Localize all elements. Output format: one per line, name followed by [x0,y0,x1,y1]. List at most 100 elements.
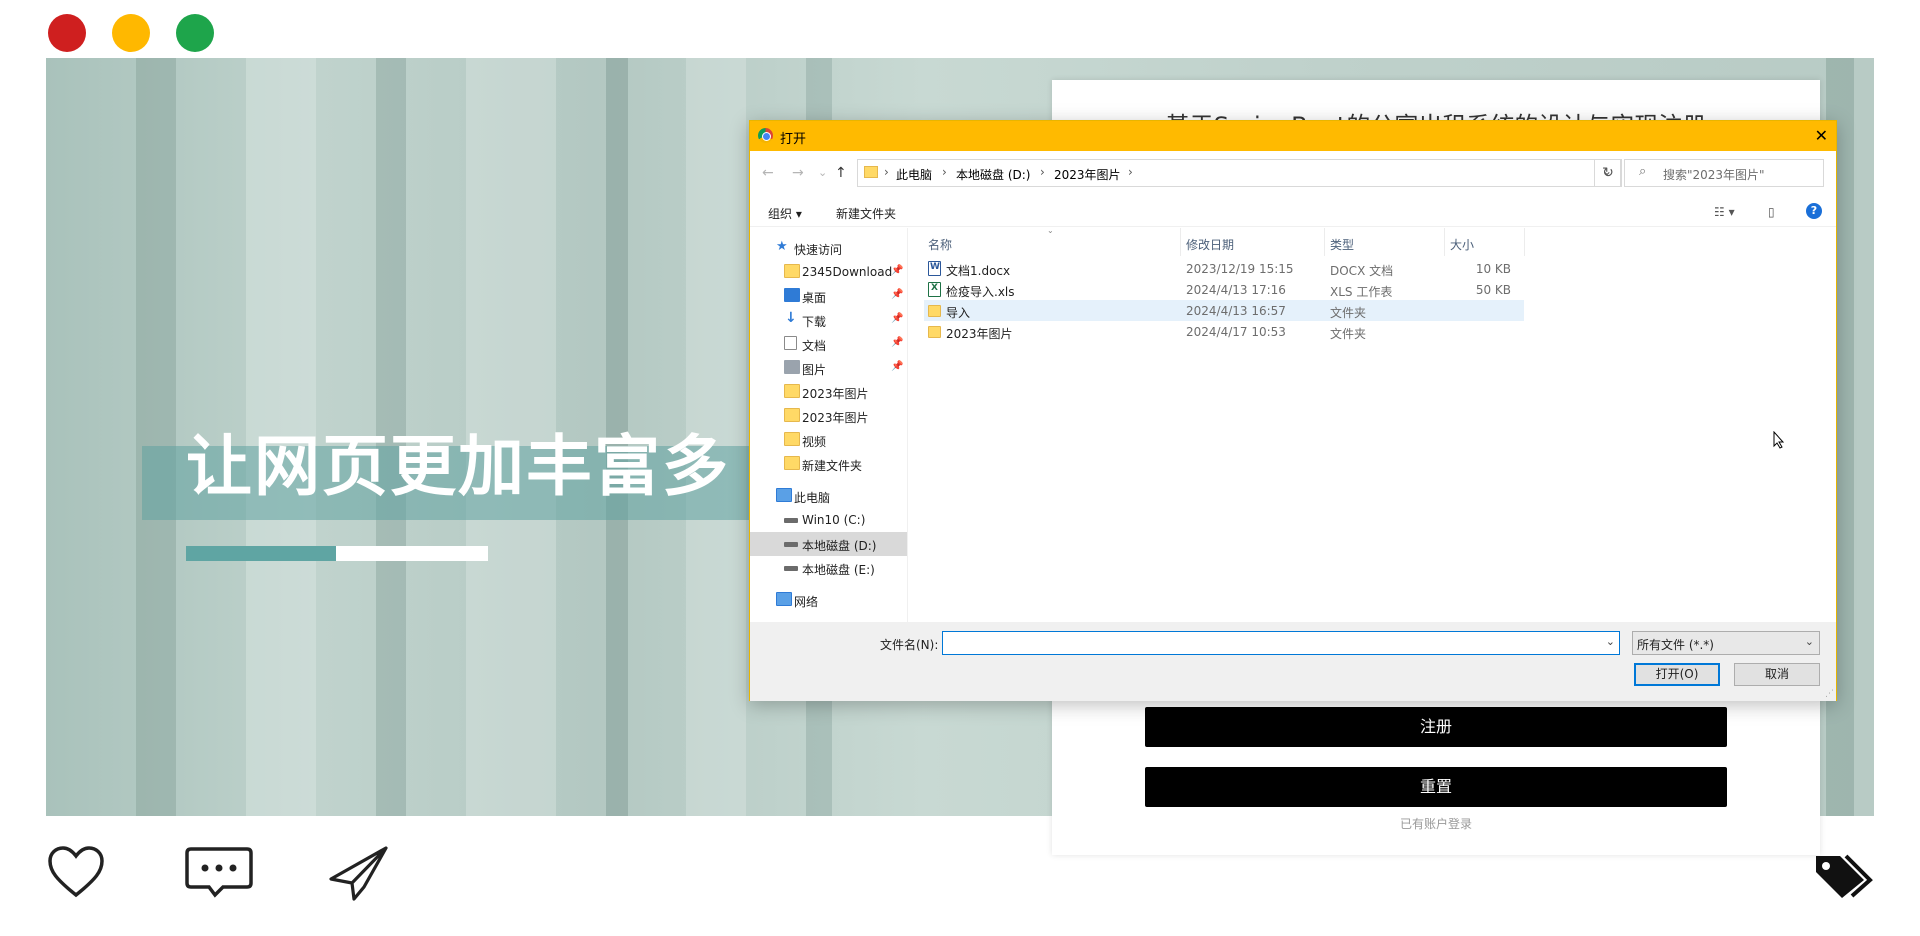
column-header-type[interactable]: 类型 [1330,236,1354,253]
nav-item-pictures[interactable]: 图片 📌 [750,356,907,380]
chrome-icon [758,128,773,143]
nav-item-label: 网络 [794,595,819,609]
back-arrow-icon[interactable]: ← [762,165,774,181]
column-header-name[interactable]: 名称 [928,236,952,253]
nav-item-label: 本地磁盘 (D:) [802,539,877,553]
open-button[interactable]: 打开(O) [1634,663,1720,686]
nav-drive-d[interactable]: 本地磁盘 (D:) [750,532,907,556]
nav-drive-c[interactable]: Win10 (C:) [750,508,907,532]
file-row[interactable]: 检疫导入.xls 2024/4/13 17:16 XLS 工作表 50 KB [924,279,1524,300]
folder-icon [864,166,878,178]
nav-item-2023-pictures[interactable]: 2023年图片 [750,380,907,404]
nav-item-videos[interactable]: 视频 [750,428,907,452]
column-divider[interactable] [1524,228,1525,256]
reset-button[interactable]: 重置 [1145,767,1727,807]
nav-item-downloads[interactable]: ↓ 下载 📌 [750,308,907,332]
green-dot[interactable] [176,14,214,52]
chevron-down-icon: ⌄ [1804,635,1814,648]
filename-input[interactable]: ⌄ [942,631,1620,655]
nav-item-label: 下载 [802,315,827,329]
file-type: DOCX 文档 [1330,264,1394,278]
close-icon[interactable]: ✕ [1815,126,1828,145]
dialog-title-bar[interactable]: 打开 ✕ [750,121,1836,151]
organize-menu[interactable]: 组织 ▾ [768,205,802,222]
nav-item-label: 视频 [802,435,827,449]
comment-icon[interactable] [185,845,253,905]
nav-item-label: Win10 (C:) [802,513,866,527]
document-icon [784,336,797,350]
dialog-footer: 文件名(N): ⌄ 所有文件 (*.*) ⌄ 打开(O) 取消 ⋰ [750,622,1836,701]
view-options-icon[interactable]: ☷ ▾ [1714,205,1735,219]
chevron-down-icon[interactable]: ⌄ [1606,635,1615,648]
nav-this-pc[interactable]: 此电脑 [750,484,907,508]
nav-item-2023-pictures[interactable]: 2023年图片 [750,404,907,428]
register-button[interactable]: 注册 [1145,707,1727,747]
file-date: 2023/12/19 15:15 [1186,262,1294,276]
file-type: 文件夹 [1330,306,1367,320]
column-header-size[interactable]: 大小 [1450,236,1474,253]
cancel-button[interactable]: 取消 [1734,663,1820,686]
nav-quick-access[interactable]: ★ 快速访问 [750,236,907,260]
preview-pane-icon[interactable]: ▯ [1768,205,1775,219]
breadcrumb-drive-d[interactable]: 本地磁盘 (D:) [956,166,1030,183]
dialog-toolbar: 组织 ▾ 新建文件夹 ☷ ▾ ▯ ? [750,197,1836,227]
folder-icon [784,408,800,422]
search-input[interactable]: ⌕ 搜索"2023年图片" [1624,159,1824,187]
resize-grip-icon[interactable]: ⋰ [1825,689,1834,699]
folder-icon [784,384,800,398]
nav-item-label: 2023年图片 [802,387,869,401]
up-arrow-icon[interactable]: ↑ [835,165,847,181]
nav-item-documents[interactable]: 文档 📌 [750,332,907,356]
nav-item-label: 2023年图片 [802,411,869,425]
forward-arrow-icon[interactable]: → [792,165,804,181]
new-folder-button[interactable]: 新建文件夹 [836,205,896,222]
breadcrumb-2023-pictures[interactable]: 2023年图片 [1054,166,1121,183]
filetype-select[interactable]: 所有文件 (*.*) ⌄ [1632,631,1820,655]
nav-item-label: 新建文件夹 [802,459,863,473]
column-header-date[interactable]: 修改日期 [1186,236,1234,253]
folder-icon [784,264,800,278]
nav-item-label: 图片 [802,363,827,377]
address-bar[interactable]: › 此电脑 › 本地磁盘 (D:) › 2023年图片 › ⌄ [857,159,1621,187]
breadcrumb-this-pc[interactable]: 此电脑 [896,166,932,183]
xls-icon [928,282,941,297]
dialog-title: 打开 [780,132,807,147]
recent-dropdown-icon[interactable]: ⌄ [818,166,827,179]
nav-item-new-folder[interactable]: 新建文件夹 [750,452,907,476]
breadcrumb-separator: › [942,165,947,179]
file-row[interactable]: 文档1.docx 2023/12/19 15:15 DOCX 文档 10 KB [924,258,1524,279]
network-icon [776,592,792,606]
nav-item-label: 桌面 [802,291,827,305]
navigation-pane: ★ 快速访问 2345Download 📌 桌面 📌 ↓ 下载 📌 文档 📌 图… [750,228,908,622]
login-link[interactable]: 已有账户登录 [1052,815,1820,832]
nav-item-label: 本地磁盘 (E:) [802,563,875,577]
pin-icon: 📌 [891,289,904,300]
red-dot[interactable] [48,14,86,52]
heart-icon[interactable] [46,845,106,905]
column-divider[interactable] [1324,228,1325,256]
hero-accent-bar-light [336,546,488,561]
help-icon[interactable]: ? [1806,203,1822,219]
nav-item-desktop[interactable]: 桌面 📌 [750,284,907,308]
send-icon[interactable] [328,845,390,905]
column-divider[interactable] [1180,228,1181,256]
file-row[interactable]: 2023年图片 2024/4/17 10:53 文件夹 [924,321,1524,342]
refresh-button[interactable]: ↻ [1594,159,1622,187]
nav-drive-e[interactable]: 本地磁盘 (E:) [750,556,907,580]
desktop-icon [784,288,800,302]
file-row[interactable]: 导入 2024/4/13 16:57 文件夹 [924,300,1524,321]
hero-title: 让网页更加丰富多 [186,428,730,505]
column-divider[interactable] [1444,228,1445,256]
tag-icon[interactable] [1812,852,1874,904]
pin-icon: 📌 [891,313,904,324]
file-name: 文档1.docx [946,264,1011,278]
filetype-value: 所有文件 (*.*) [1637,638,1714,652]
nav-network[interactable]: 网络 [750,588,907,612]
file-date: 2024/4/13 17:16 [1186,283,1286,297]
file-name: 导入 [946,306,971,320]
file-date: 2024/4/17 10:53 [1186,325,1286,339]
yellow-dot[interactable] [112,14,150,52]
folder-icon [928,326,941,338]
nav-item-2345download[interactable]: 2345Download 📌 [750,260,907,284]
nav-item-label: 此电脑 [794,491,831,505]
